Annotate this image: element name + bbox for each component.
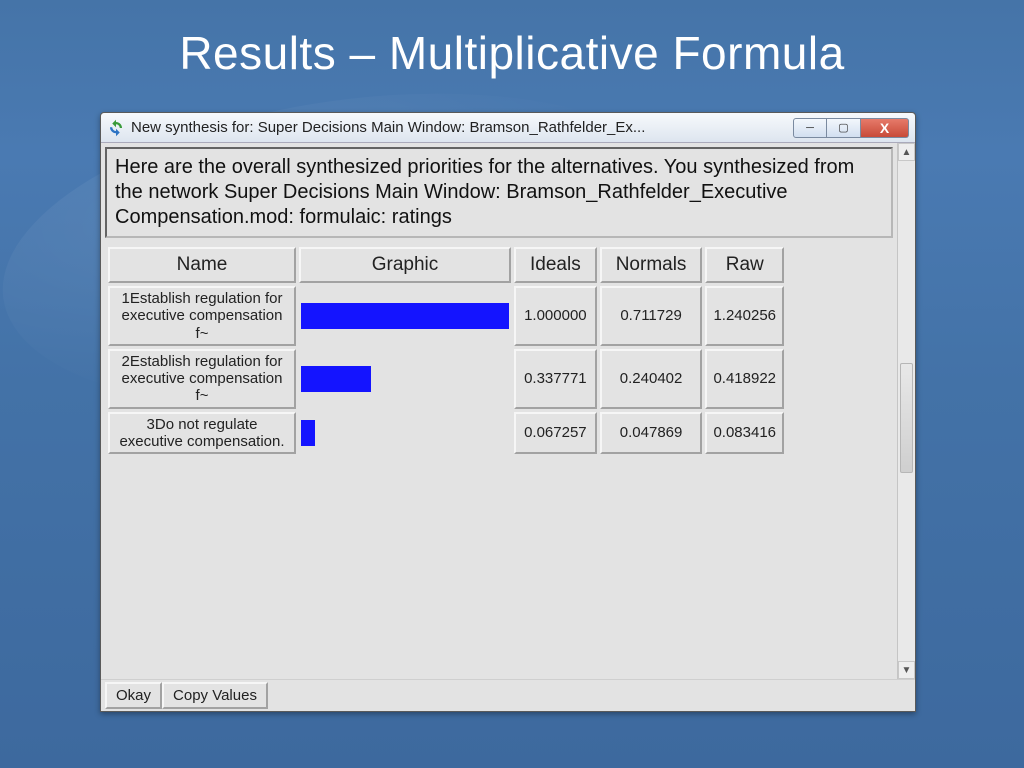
window-title: New synthesis for: Super Decisions Main … bbox=[131, 119, 787, 136]
cell-normals: 0.711729 bbox=[600, 286, 703, 346]
description-text: Here are the overall synthesized priorit… bbox=[105, 147, 893, 238]
app-refresh-icon bbox=[107, 119, 125, 137]
close-button[interactable]: X bbox=[861, 118, 909, 138]
scroll-thumb[interactable] bbox=[900, 363, 913, 473]
col-name: Name bbox=[108, 247, 296, 283]
minimize-button[interactable]: ─ bbox=[793, 118, 827, 138]
cell-raw: 0.083416 bbox=[705, 412, 784, 455]
content-pane: Here are the overall synthesized priorit… bbox=[101, 143, 897, 679]
window-footer: Okay Copy Values bbox=[101, 679, 915, 711]
cell-ideals: 1.000000 bbox=[514, 286, 597, 346]
application-window: New synthesis for: Super Decisions Main … bbox=[100, 112, 916, 712]
cell-graphic bbox=[299, 286, 511, 346]
cell-name: 1Establish regulation for executive comp… bbox=[108, 286, 296, 346]
okay-button[interactable]: Okay bbox=[105, 682, 162, 709]
cell-raw: 0.418922 bbox=[705, 349, 784, 409]
cell-ideals: 0.067257 bbox=[514, 412, 597, 455]
scroll-up-icon[interactable]: ▲ bbox=[898, 143, 915, 161]
cell-normals: 0.047869 bbox=[600, 412, 703, 455]
window-client-area: Here are the overall synthesized priorit… bbox=[101, 143, 915, 679]
cell-name: 2Establish regulation for executive comp… bbox=[108, 349, 296, 409]
window-titlebar[interactable]: New synthesis for: Super Decisions Main … bbox=[101, 113, 915, 143]
table-header-row: Name Graphic Ideals Normals Raw bbox=[108, 247, 784, 283]
table-row: 2Establish regulation for executive comp… bbox=[108, 349, 784, 409]
cell-name: 3Do not regulate executive compensation. bbox=[108, 412, 296, 455]
slide-background: Results – Multiplicative Formula New syn… bbox=[0, 0, 1024, 768]
priority-bar bbox=[301, 366, 371, 392]
window-controls: ─ ▢ X bbox=[793, 118, 909, 138]
col-graphic: Graphic bbox=[299, 247, 511, 283]
maximize-button[interactable]: ▢ bbox=[827, 118, 861, 138]
table-row: 3Do not regulate executive compensation.… bbox=[108, 412, 784, 455]
slide-title: Results – Multiplicative Formula bbox=[32, 26, 992, 80]
vertical-scrollbar[interactable]: ▲ ▼ bbox=[897, 143, 915, 679]
cell-graphic bbox=[299, 349, 511, 409]
cell-ideals: 0.337771 bbox=[514, 349, 597, 409]
col-raw: Raw bbox=[705, 247, 784, 283]
table-row: 1Establish regulation for executive comp… bbox=[108, 286, 784, 346]
results-table: Name Graphic Ideals Normals Raw 1Establi… bbox=[105, 244, 787, 457]
cell-normals: 0.240402 bbox=[600, 349, 703, 409]
priority-bar bbox=[301, 420, 315, 446]
copy-values-button[interactable]: Copy Values bbox=[162, 682, 268, 709]
col-ideals: Ideals bbox=[514, 247, 597, 283]
col-normals: Normals bbox=[600, 247, 703, 283]
priority-bar bbox=[301, 303, 509, 329]
scroll-down-icon[interactable]: ▼ bbox=[898, 661, 915, 679]
cell-graphic bbox=[299, 412, 511, 455]
cell-raw: 1.240256 bbox=[705, 286, 784, 346]
